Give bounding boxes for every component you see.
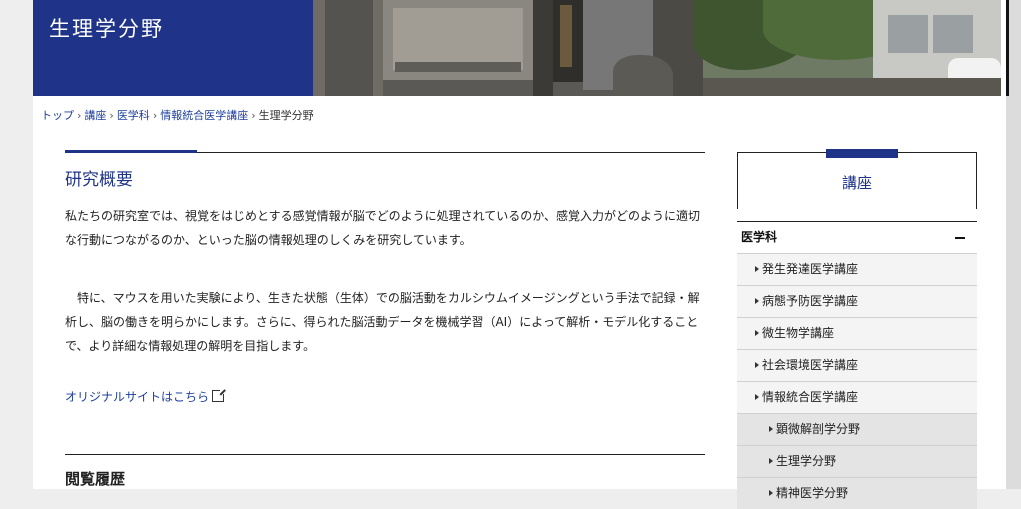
- sidebar: 講座 医学科 発生発達医学講座 病態予防医学講座 微生物学講座 社会環境医学講座…: [737, 149, 977, 509]
- original-site-link-label: オリジナルサイトはこちら: [65, 390, 210, 404]
- sidebar-heading: 講座: [841, 174, 872, 192]
- breadcrumb-top[interactable]: トップ: [41, 109, 74, 122]
- section-header: 研究概要: [65, 150, 705, 190]
- triangle-right-icon: [769, 490, 773, 496]
- sidebar-header: 講座: [737, 149, 977, 209]
- header: 生理学分野: [33, 0, 1001, 96]
- sidebar-subitem-physiology[interactable]: 生理学分野: [737, 445, 977, 477]
- page-title: 生理学分野: [49, 17, 164, 41]
- page: 生理学分野 トップ›講座›医学科›情報統合医学講座›生理学分野: [33, 0, 1006, 509]
- triangle-right-icon: [755, 394, 759, 400]
- sidebar-item-preventive[interactable]: 病態予防医学講座: [737, 285, 977, 317]
- section-accent: [65, 150, 197, 153]
- breadcrumb-courses[interactable]: 講座: [84, 109, 106, 122]
- sidebar-item-info-integration[interactable]: 情報統合医学講座: [737, 381, 977, 413]
- history-title: 閲覧履歴: [65, 470, 126, 488]
- research-paragraph-1: 私たちの研究室では、視覚をはじめとする感覚情報が脳でどのように処理されているのか…: [65, 209, 701, 247]
- triangle-right-icon: [755, 266, 759, 272]
- minus-icon[interactable]: [955, 237, 965, 239]
- scrollbar-area: [1006, 0, 1021, 489]
- triangle-right-icon: [769, 458, 773, 464]
- sidebar-category-label: 医学科: [741, 230, 778, 244]
- triangle-right-icon: [755, 298, 759, 304]
- sidebar-item-social-env[interactable]: 社会環境医学講座: [737, 349, 977, 381]
- section-title: 研究概要: [65, 170, 133, 190]
- research-paragraph-2: 特に、マウスを用いた実験により、生きた状態（生体）での脳活動をカルシウムイメージ…: [65, 291, 700, 353]
- triangle-right-icon: [755, 362, 759, 368]
- sidebar-item-microbiology[interactable]: 微生物学講座: [737, 317, 977, 349]
- original-site-link[interactable]: オリジナルサイトはこちら: [65, 388, 227, 405]
- triangle-right-icon: [755, 330, 759, 336]
- breadcrumb-current: 生理学分野: [258, 109, 314, 122]
- title-block: 生理学分野: [33, 0, 313, 96]
- history-section: 閲覧履歴: [65, 454, 705, 489]
- header-photo: [313, 0, 1001, 96]
- main-content: 研究概要 私たちの研究室では、視覚をはじめとする感覚情報が脳でどのように処理され…: [65, 150, 705, 405]
- sidebar-item-developmental[interactable]: 発生発達医学講座: [737, 253, 977, 285]
- triangle-right-icon: [769, 426, 773, 432]
- external-link-icon: [212, 388, 227, 402]
- sidebar-tab-accent: [826, 149, 898, 158]
- sidebar-subitem-psychiatry[interactable]: 精神医学分野: [737, 477, 977, 509]
- sidebar-category-medicine[interactable]: 医学科: [737, 221, 977, 253]
- breadcrumb: トップ › 講座 › 医学科 › 情報統合医学講座 › 生理学分野: [41, 109, 314, 122]
- breadcrumb-medicine[interactable]: 医学科: [117, 109, 150, 122]
- breadcrumb-info-integration[interactable]: 情報統合医学講座: [160, 109, 248, 122]
- sidebar-subitem-microanatomy[interactable]: 顕微解剖学分野: [737, 413, 977, 445]
